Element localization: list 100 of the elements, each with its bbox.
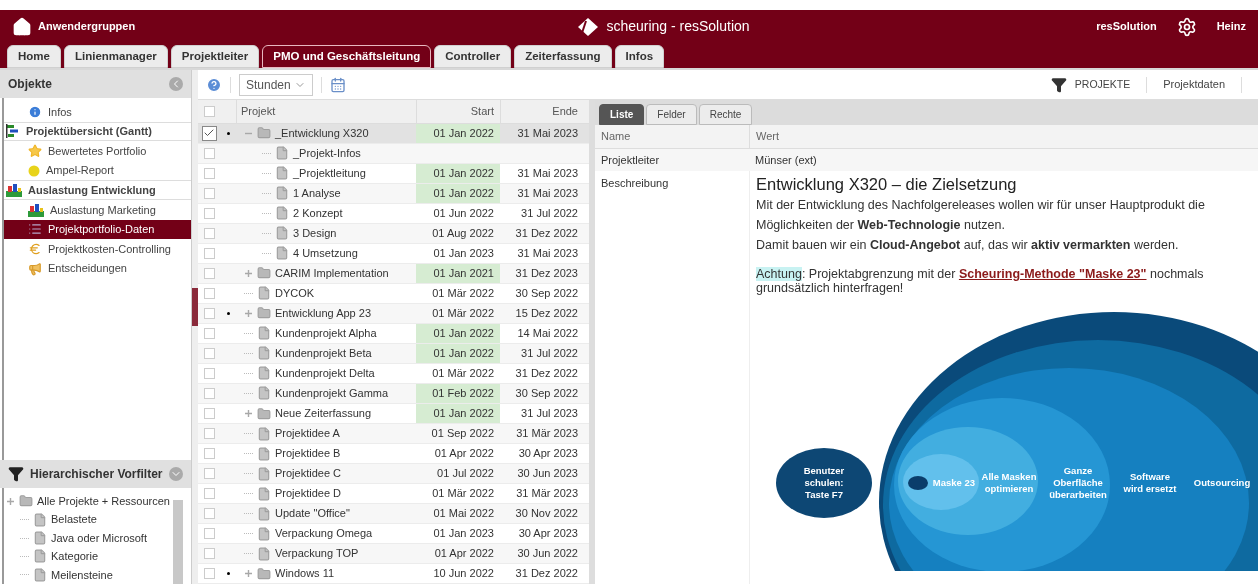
sidebar-item[interactable]: Infos: [4, 102, 191, 122]
table-row[interactable]: Kundenprojekt Delta 01 Mär 2022 31 Dez 2022: [198, 363, 589, 384]
nav-tab[interactable]: Infos: [614, 45, 665, 68]
product-link[interactable]: resSolution: [1096, 18, 1157, 35]
sidebar-item[interactable]: Projektkosten-Controlling: [4, 239, 191, 259]
unit-dropdown[interactable]: Stunden: [239, 73, 313, 96]
row-checkbox[interactable]: [203, 428, 215, 439]
scrollbar[interactable]: [173, 500, 183, 584]
row-checkbox[interactable]: [203, 448, 215, 460]
table-row[interactable]: Verpackung TOP 01 Apr 2022 30 Jun 2022: [198, 544, 589, 565]
home-icon[interactable]: [12, 16, 32, 37]
sidebar-item[interactable]: Auslastung Marketing: [4, 199, 191, 220]
filter-icon: [1050, 76, 1067, 93]
tree-item[interactable]: Belastete: [51, 511, 97, 528]
column-header[interactable]: Projekt: [236, 100, 416, 123]
sidebar-item[interactable]: Auslastung Entwicklung: [4, 180, 191, 200]
settings-icon[interactable]: [1176, 16, 1197, 37]
row-checkbox[interactable]: [203, 207, 215, 219]
table-row[interactable]: Projektidee B 01 Apr 2022 30 Apr 2023: [198, 444, 589, 465]
row-checkbox[interactable]: [203, 548, 215, 560]
row-checkbox[interactable]: [203, 247, 215, 259]
method-link[interactable]: Scheuring-Methode "Maske 23": [958, 267, 1147, 281]
sidebar-item[interactable]: Projektportfolio-Daten: [4, 219, 191, 240]
user-name[interactable]: Heinz: [1216, 18, 1246, 35]
row-checkbox[interactable]: [203, 307, 215, 319]
user-groups-link[interactable]: Anwendergruppen: [38, 18, 136, 35]
row-checkbox[interactable]: [201, 125, 217, 141]
row-checkbox[interactable]: [203, 488, 215, 500]
table-row[interactable]: CARIM Implementation 01 Jan 2021 31 Dez 2023: [198, 263, 589, 284]
table-row[interactable]: Kundenprojekt Beta 01 Jan 2022 31 Jul 2022: [198, 343, 589, 364]
row-checkbox[interactable]: [203, 568, 215, 580]
table-row[interactable]: DYCOK 01 Mär 2022 30 Sep 2022: [198, 283, 589, 304]
table-row[interactable]: Verpackung Omega 01 Jan 2023 30 Apr 2023: [198, 524, 589, 545]
end-date-cell-text: 31 Dez 2022: [514, 566, 579, 582]
row-checkbox[interactable]: [203, 408, 215, 419]
tree-item[interactable]: Meilensteine: [51, 566, 113, 584]
bar-chart-icon: [6, 183, 22, 198]
nav-tab[interactable]: Projektleiter: [170, 45, 260, 68]
table-row[interactable]: 4 Umsetzung 01 Jan 2023 31 Mai 2023: [198, 243, 589, 264]
table-row[interactable]: Kundenprojekt Alpha 01 Jan 2022 14 Mai 2022: [198, 323, 589, 344]
detail-tab[interactable]: Rechte: [698, 104, 753, 125]
row-checkbox[interactable]: [203, 327, 215, 339]
tree-item[interactable]: Alle Projekte + Ressourcen: [37, 492, 170, 510]
table-row[interactable]: 3 Design 01 Aug 2022 31 Dez 2022: [198, 223, 589, 244]
collapse-icon[interactable]: [169, 77, 183, 91]
row-checkbox[interactable]: [203, 468, 215, 480]
table-row[interactable]: Neue Zeiterfassung 01 Jan 2022 31 Jul 2023: [198, 404, 589, 424]
sidebar-item[interactable]: Entscheidungen: [4, 258, 191, 279]
table-row[interactable]: 2 Konzept 01 Jun 2022 31 Jul 2022: [198, 203, 589, 224]
table-row[interactable]: Update "Office" 01 Mai 2022 30 Nov 2022: [198, 504, 589, 525]
detail-tab[interactable]: Liste: [599, 104, 645, 125]
expand-icon[interactable]: [6, 496, 15, 506]
sidebar-item[interactable]: Projektübersicht (Gantt): [4, 121, 191, 142]
calendar-icon[interactable]: [330, 76, 346, 93]
nav-tab[interactable]: PMO und Geschäftsleitung: [262, 45, 432, 68]
row-checkbox[interactable]: [203, 287, 215, 299]
table-row[interactable]: Projektidee D 01 Mär 2022 31 Mär 2023: [198, 484, 589, 505]
row-checkbox[interactable]: [203, 528, 215, 540]
row-checkbox[interactable]: [203, 147, 215, 159]
expand-icon[interactable]: [244, 308, 253, 318]
expand-icon[interactable]: [244, 409, 253, 418]
folder-icon: [19, 494, 33, 509]
end-date-cell-text: 31 Mär 2023: [515, 426, 579, 442]
column-header[interactable]: Ende: [500, 100, 586, 123]
detail-tab[interactable]: Felder: [646, 104, 697, 125]
collapse-handle[interactable]: [192, 288, 198, 326]
end-date-cell-text: 15 Dez 2022: [514, 306, 579, 322]
filter-label[interactable]: PROJEKTE: [1074, 76, 1131, 93]
table-row[interactable]: Projektidee C 01 Jul 2022 30 Jun 2023: [198, 464, 589, 485]
nav-tab[interactable]: Controller: [434, 45, 512, 68]
project-data-link[interactable]: Projektdaten: [1163, 76, 1225, 93]
row-checkbox[interactable]: [203, 508, 215, 520]
nav-tab[interactable]: Zeiterfassung: [514, 45, 612, 68]
table-row[interactable]: 1 Analyse 01 Jan 2022 31 Mai 2023: [198, 183, 589, 204]
sidebar-item[interactable]: Bewertetes Portfolio: [4, 141, 191, 161]
select-all-checkbox[interactable]: [203, 105, 215, 117]
row-checkbox[interactable]: [203, 187, 215, 199]
row-checkbox[interactable]: [203, 267, 215, 279]
row-checkbox[interactable]: [203, 367, 215, 379]
nav-tab[interactable]: Home: [7, 45, 61, 68]
table-row[interactable]: _Projektleitung 01 Jan 2022 31 Mai 2023: [198, 163, 589, 184]
column-header[interactable]: Start: [416, 100, 500, 123]
row-checkbox[interactable]: [203, 347, 215, 359]
file-icon: [257, 526, 271, 541]
row-checkbox[interactable]: [203, 167, 215, 179]
table-row[interactable]: Entwicklung App 23 01 Mär 2022 15 Dez 2022: [198, 303, 589, 324]
help-icon[interactable]: [206, 76, 222, 93]
expand-icon[interactable]: [244, 569, 253, 579]
table-row[interactable]: Kundenprojekt Gamma 01 Feb 2022 30 Sep 2022: [198, 384, 589, 404]
row-checkbox[interactable]: [203, 227, 215, 239]
table-row[interactable]: Projektidee A 01 Sep 2022 31 Mär 2023: [198, 424, 589, 445]
table-row[interactable]: _Entwicklung X320 01 Jan 2022 31 Mai 2023: [198, 123, 589, 144]
nav-tab[interactable]: Linienmanager: [63, 45, 168, 68]
table-row[interactable]: _Projekt-Infos: [198, 143, 589, 164]
tree-item[interactable]: Java oder Microsoft: [51, 529, 147, 547]
row-checkbox[interactable]: [203, 388, 215, 399]
tree-item[interactable]: Kategorie: [51, 548, 99, 565]
dropdown-icon[interactable]: [168, 467, 183, 481]
expand-icon[interactable]: [244, 268, 253, 278]
sidebar-item[interactable]: Ampel-Report: [4, 160, 191, 181]
